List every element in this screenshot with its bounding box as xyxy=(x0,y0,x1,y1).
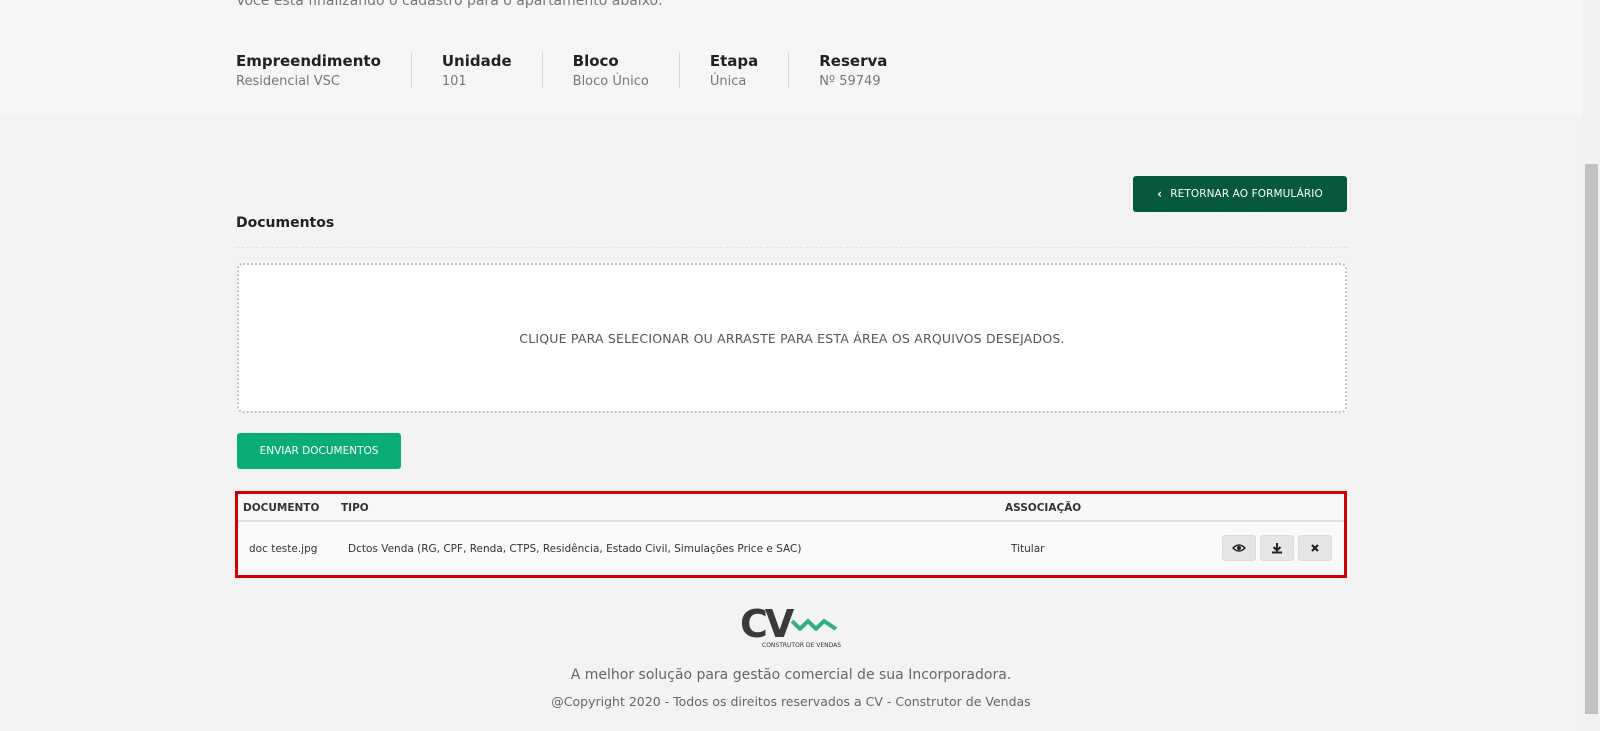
header-type: TIPO xyxy=(341,502,369,514)
table-row: doc teste.jpg Dctos Venda (RG, CPF, Rend… xyxy=(238,522,1344,575)
intro-text: Você está finalizando o cadastro para o … xyxy=(236,0,663,9)
cell-association: Titular xyxy=(1011,543,1045,555)
vertical-scrollbar[interactable] xyxy=(1583,0,1600,731)
info-value: Residencial VSC xyxy=(236,74,341,89)
property-summary-panel: Você está finalizando o cadastro para o … xyxy=(0,0,1582,116)
scrollbar-thumb[interactable] xyxy=(1585,164,1598,714)
close-icon xyxy=(1311,544,1319,552)
header-association: ASSOCIAÇÃO xyxy=(1005,502,1082,514)
footer-copyright: @Copyright 2020 - Todos os direitos rese… xyxy=(551,694,1031,709)
info-value: Bloco Único xyxy=(572,74,649,89)
info-reserva: Reserva Nº 59749 xyxy=(788,52,917,89)
footer-tagline: A melhor solução para gestão comercial d… xyxy=(570,667,1012,683)
info-label: Empreendimento xyxy=(236,52,381,70)
view-document-button[interactable] xyxy=(1222,535,1256,561)
download-icon xyxy=(1272,543,1282,554)
delete-document-button[interactable] xyxy=(1298,535,1332,561)
table-header: DOCUMENTO TIPO ASSOCIAÇÃO xyxy=(238,494,1344,522)
documents-title: Documentos xyxy=(236,215,335,231)
info-bloco: Bloco Bloco Único xyxy=(541,52,679,89)
info-value: Única xyxy=(709,74,747,89)
info-label: Bloco xyxy=(572,52,619,70)
info-unidade: Unidade 101 xyxy=(410,52,542,89)
header-document: DOCUMENTO xyxy=(243,502,320,514)
logo-text: CV xyxy=(740,603,795,646)
logo-wave xyxy=(790,619,838,631)
row-actions xyxy=(1222,535,1332,561)
info-value: 101 xyxy=(441,74,467,89)
eye-icon xyxy=(1232,544,1246,552)
dropzone-text: CLIQUE PARA SELECIONAR OU ARRASTE PARA E… xyxy=(519,330,1065,346)
cv-logo: CV CONSTRUTOR DE VENDAS xyxy=(740,602,846,651)
info-value: Nº 59749 xyxy=(819,74,881,89)
file-dropzone[interactable]: CLIQUE PARA SELECIONAR OU ARRASTE PARA E… xyxy=(237,263,1347,413)
download-document-button[interactable] xyxy=(1260,535,1294,561)
info-empreendimento: Empreendimento Residencial VSC xyxy=(236,52,411,89)
cell-type: Dctos Venda (RG, CPF, Renda, CTPS, Resid… xyxy=(348,543,802,555)
chevron-left-icon: ‹ xyxy=(1157,187,1163,201)
info-label: Reserva xyxy=(819,52,888,70)
cell-document: doc teste.jpg xyxy=(249,543,318,555)
logo-subtext: CONSTRUTOR DE VENDAS xyxy=(762,642,841,649)
info-etapa: Etapa Única xyxy=(678,52,788,89)
send-documents-button[interactable]: ENVIAR DOCUMENTOS xyxy=(237,433,401,469)
info-label: Unidade xyxy=(441,52,512,70)
section-divider xyxy=(236,247,1347,248)
property-info-row: Empreendimento Residencial VSC Unidade 1… xyxy=(236,52,917,89)
return-to-form-button[interactable]: ‹ RETORNAR AO FORMULÁRIO xyxy=(1133,176,1347,212)
return-button-label: RETORNAR AO FORMULÁRIO xyxy=(1170,188,1323,200)
documents-table: DOCUMENTO TIPO ASSOCIAÇÃO doc teste.jpg … xyxy=(235,491,1347,578)
info-label: Etapa xyxy=(709,52,759,70)
